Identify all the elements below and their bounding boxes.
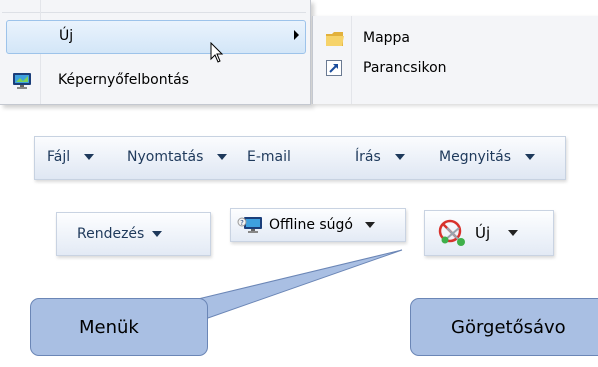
callout-gorgetosav: Görgetősávo xyxy=(410,298,598,356)
callout-menuk: Menük xyxy=(30,298,208,356)
callout-label: Görgetősávo xyxy=(451,316,566,338)
callout-label: Menük xyxy=(79,316,139,338)
